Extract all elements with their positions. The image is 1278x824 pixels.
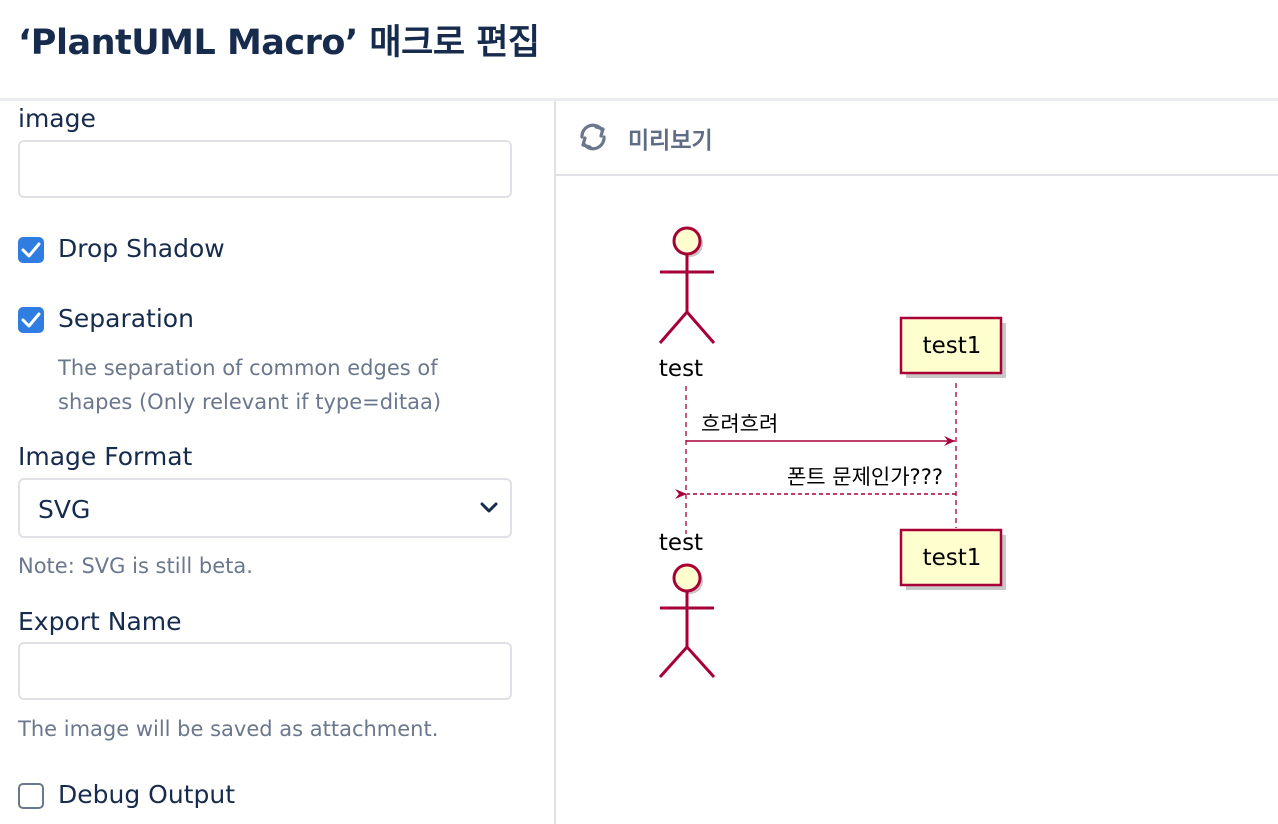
export-name-label: Export Name (18, 607, 182, 636)
sequence-diagram-preview: test test1 흐려흐려 폰트 문제인가??? test test1 (658, 226, 1006, 679)
checkmark-icon (21, 312, 41, 328)
export-name-note: The image will be saved as attachment. (18, 717, 439, 741)
actor-name-top: test (659, 356, 703, 382)
participant-name-bottom: test1 (923, 545, 982, 571)
checkmark-icon (21, 242, 41, 258)
preview-title: 미리보기 (628, 128, 713, 154)
actor-bottom (658, 563, 716, 679)
dialog-title: ‘PlantUML Macro’ 매크로 편집 (18, 23, 540, 63)
image-format-selected-value: SVG (38, 495, 91, 524)
macro-parameters-panel[interactable]: image Drop Shadow Separation The separat… (0, 101, 554, 824)
drop-shadow-checkbox[interactable] (18, 237, 44, 263)
debug-output-label[interactable]: Debug Output (58, 780, 235, 809)
export-name-input[interactable] (18, 642, 512, 700)
image-input[interactable] (18, 140, 512, 198)
debug-output-checkbox[interactable] (18, 783, 44, 809)
request-message-label: 흐려흐려 (701, 412, 778, 436)
preview-header: 미리보기 (556, 101, 1278, 174)
image-format-select[interactable]: SVG (18, 478, 512, 538)
actor-top (658, 226, 716, 344)
reply-message-label: 폰트 문제인가??? (787, 465, 943, 489)
chevron-down-icon (480, 502, 498, 513)
separation-checkbox[interactable] (18, 307, 44, 333)
actor-name-bottom: test (659, 530, 703, 556)
image-field-label: image (18, 104, 96, 133)
participant-name-top: test1 (923, 333, 982, 359)
separation-help-line-2: shapes (Only relevant if type=ditaa) (58, 390, 442, 414)
image-format-note: Note: SVG is still beta. (18, 554, 253, 578)
separation-help-line-1: The separation of common edges of (58, 356, 438, 380)
refresh-icon[interactable] (576, 120, 610, 154)
separation-label[interactable]: Separation (58, 304, 194, 333)
drop-shadow-label[interactable]: Drop Shadow (58, 234, 225, 263)
image-format-label: Image Format (18, 442, 193, 471)
